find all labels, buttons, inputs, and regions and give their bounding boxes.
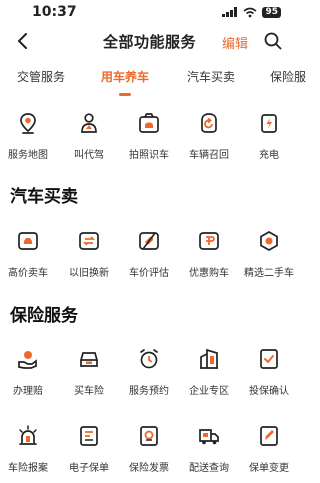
- used-car-label: 精选二手车: [244, 268, 294, 279]
- recall-icon: [201, 113, 217, 133]
- call-driver-item[interactable]: 叫代驾: [59, 112, 119, 161]
- tab-car-maintenance[interactable]: 用车养车: [101, 68, 149, 85]
- service-booking-item[interactable]: 服务预约: [119, 348, 179, 397]
- photo-identify-item[interactable]: 拍照识车: [119, 112, 179, 161]
- vehicle-recall-item[interactable]: 车辆召回: [179, 112, 239, 161]
- status-icons: 95: [222, 6, 281, 18]
- claim-label: 办理赔: [13, 386, 43, 397]
- photo-identify-label: 拍照识车: [129, 150, 169, 161]
- e-policy-label: 电子保单: [69, 463, 109, 474]
- discount-purchase-item[interactable]: 优惠购车: [179, 230, 239, 279]
- used-car-item[interactable]: 精选二手车: [239, 230, 299, 279]
- charging-label: 充电: [259, 150, 279, 161]
- call-driver-label: 叫代驾: [74, 150, 104, 161]
- report-case-item[interactable]: 车险报案: [0, 425, 58, 474]
- charging-item[interactable]: 充电: [239, 112, 299, 161]
- insurance-confirm-item[interactable]: 投保确认: [239, 348, 299, 397]
- tab-insurance[interactable]: 保险服: [270, 68, 306, 85]
- alarm-light-icon: [19, 425, 37, 445]
- enterprise-zone-item[interactable]: 企业专区: [179, 348, 239, 397]
- buy-insurance-item[interactable]: 买车险: [59, 348, 119, 397]
- tab-car-trade[interactable]: 汽车买卖: [187, 68, 235, 85]
- sell-car-label: 高价卖车: [8, 268, 48, 279]
- used-car-icon: [260, 231, 278, 251]
- wifi-icon: [243, 7, 257, 17]
- e-policy-icon: [80, 426, 98, 446]
- active-tab-indicator: [119, 93, 131, 96]
- price-tag-icon: [139, 232, 159, 250]
- enterprise-zone-label: 企业专区: [189, 386, 229, 397]
- edit-button[interactable]: 编辑: [222, 33, 248, 52]
- confirm-doc-icon: [260, 349, 278, 369]
- battery-icon: 95: [262, 6, 281, 18]
- policy-change-label: 保单变更: [249, 463, 289, 474]
- claim-hand-icon: [18, 351, 37, 369]
- policy-change-item[interactable]: 保单变更: [239, 425, 299, 474]
- map-pin-icon: [20, 113, 36, 134]
- trade-in-icon: [79, 232, 99, 250]
- service-booking-label: 服务预约: [129, 386, 169, 397]
- service-map-item[interactable]: 服务地图: [0, 112, 58, 161]
- category-tabs: 交管服务 用车养车 汽车买卖 保险服: [0, 68, 306, 96]
- insurance-section-title: 保险服务: [10, 306, 78, 326]
- search-button[interactable]: [262, 30, 284, 52]
- edit-doc-icon: [260, 426, 278, 446]
- driver-icon: [81, 113, 97, 133]
- signal-icon: [222, 7, 238, 17]
- charging-icon: [261, 114, 277, 133]
- buy-insurance-icon: [80, 352, 98, 367]
- vehicle-recall-label: 车辆召回: [189, 150, 229, 161]
- sell-car-item[interactable]: 高价卖车: [0, 230, 58, 279]
- car-trade-section-title: 汽车买卖: [10, 187, 78, 207]
- trade-in-item[interactable]: 以旧换新: [59, 230, 119, 279]
- price-estimate-item[interactable]: 车价评估: [119, 230, 179, 279]
- delivery-truck-icon: [199, 429, 219, 445]
- page-title: 全部功能服务: [102, 33, 196, 51]
- camera-icon: [139, 113, 159, 133]
- insurance-invoice-item[interactable]: 保险发票: [119, 425, 179, 474]
- price-estimate-label: 车价评估: [129, 268, 169, 279]
- search-icon: [264, 32, 282, 50]
- buy-insurance-label: 买车险: [74, 386, 104, 397]
- sell-car-icon: [18, 232, 38, 250]
- service-map-label: 服务地图: [8, 150, 48, 161]
- trade-in-label: 以旧换新: [69, 268, 109, 279]
- insurance-confirm-label: 投保确认: [249, 386, 289, 397]
- building-icon: [200, 348, 218, 369]
- claim-item[interactable]: 办理赔: [0, 348, 58, 397]
- tab-traffic-service[interactable]: 交管服务: [17, 68, 65, 85]
- delivery-query-item[interactable]: 配送查询: [179, 425, 239, 474]
- delivery-query-label: 配送查询: [189, 463, 229, 474]
- invoice-icon: [140, 426, 158, 446]
- status-time: 10:37: [32, 4, 77, 20]
- e-policy-item[interactable]: 电子保单: [59, 425, 119, 474]
- insurance-invoice-label: 保险发票: [129, 463, 169, 474]
- discount-purchase-label: 优惠购车: [189, 268, 229, 279]
- report-case-label: 车险报案: [8, 463, 48, 474]
- coupon-icon: [199, 232, 219, 250]
- alarm-clock-icon: [140, 349, 158, 369]
